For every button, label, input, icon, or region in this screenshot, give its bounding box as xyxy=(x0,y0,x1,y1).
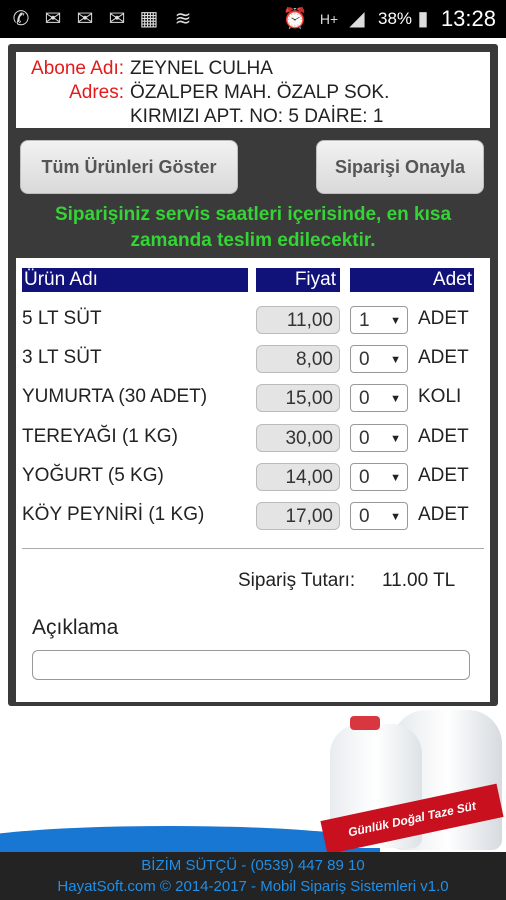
hplus-icon: H+ xyxy=(319,11,339,27)
messages-icon: ✉ xyxy=(76,8,94,30)
quantity-select[interactable]: 0 ▼ xyxy=(350,345,408,373)
unit-label: ADET xyxy=(418,308,469,329)
price-field: 11,00 xyxy=(256,306,340,334)
note-input[interactable] xyxy=(32,650,470,680)
product-name: YUMURTA (30 ADET) xyxy=(22,386,208,407)
address-line1: ÖZALPER MAH. ÖZALP SOK. xyxy=(130,82,390,103)
footer-contact: BİZİM SÜTÇÜ - (0539) 447 89 10 xyxy=(141,857,365,874)
footer: BİZİM SÜTÇÜ - (0539) 447 89 10 HayatSoft… xyxy=(0,852,506,900)
confirm-order-button[interactable]: Siparişi Onayla xyxy=(316,140,484,194)
alarm-icon: ⏰ xyxy=(282,8,308,30)
dropdown-arrow-icon: ▼ xyxy=(390,354,401,366)
divider xyxy=(22,548,484,549)
dropdown-arrow-icon: ▼ xyxy=(390,511,401,523)
quantity-select[interactable]: 0 ▼ xyxy=(350,424,408,452)
unit-label: KOLI xyxy=(418,386,462,407)
address-line2: KIRMIZI APT. NO: 5 DAİRE: 1 xyxy=(130,106,384,127)
subscriber-name-label: Abone Adı: xyxy=(31,58,124,79)
order-total-label: Sipariş Tutarı: xyxy=(238,570,356,591)
wifi-calling-icon: ≋ xyxy=(174,8,192,30)
header-price: Fiyat xyxy=(256,268,340,292)
header-product: Ürün Adı xyxy=(22,268,248,292)
product-name: KÖY PEYNİRİ (1 KG) xyxy=(22,504,205,525)
quantity-value: 0 xyxy=(359,428,370,449)
order-total-value: 11.00 TL xyxy=(382,570,456,591)
dropdown-arrow-icon: ▼ xyxy=(390,393,401,405)
battery-percent: 38% xyxy=(378,9,413,28)
dropdown-arrow-icon: ▼ xyxy=(390,315,401,327)
messages-icon: ✉ xyxy=(44,8,62,30)
unit-label: ADET xyxy=(418,465,469,486)
quantity-select[interactable]: 0 ▼ xyxy=(350,384,408,412)
address-label: Adres: xyxy=(69,82,124,103)
product-name: YOĞURT (5 KG) xyxy=(22,465,164,486)
unit-label: ADET xyxy=(418,504,469,525)
quantity-value: 0 xyxy=(359,506,370,527)
quantity-value: 0 xyxy=(359,388,370,409)
notice-line2: zamanda teslim edilecektir. xyxy=(130,230,376,251)
messages-icon: ✉ xyxy=(108,8,126,30)
quantity-select[interactable]: 0 ▼ xyxy=(350,463,408,491)
whatsapp-icon: ✆ xyxy=(12,8,30,30)
table-row: KÖY PEYNİRİ (1 KG) 17,00 0 ▼ ADET xyxy=(16,498,490,534)
table-row: YOĞURT (5 KG) 14,00 0 ▼ ADET xyxy=(16,459,490,495)
quantity-select[interactable]: 0 ▼ xyxy=(350,502,408,530)
show-all-products-button[interactable]: Tüm Ürünleri Göster xyxy=(20,140,238,194)
table-row: 3 LT SÜT 8,00 0 ▼ ADET xyxy=(16,341,490,377)
unit-label: ADET xyxy=(418,347,469,368)
customer-info: Abone Adı: ZEYNEL CULHA Adres: ÖZALPER M… xyxy=(16,52,490,128)
price-field: 14,00 xyxy=(256,463,340,491)
product-table: Ürün Adı Fiyat Adet 5 LT SÜT 11,00 1 ▼ AD… xyxy=(16,258,490,702)
note-label: Açıklama xyxy=(32,616,119,639)
product-name: 5 LT SÜT xyxy=(22,308,102,329)
table-row: TEREYAĞI (1 KG) 30,00 0 ▼ ADET xyxy=(16,420,490,456)
unit-label: ADET xyxy=(418,426,469,447)
price-field: 17,00 xyxy=(256,502,340,530)
dropdown-arrow-icon: ▼ xyxy=(390,472,401,484)
table-row: 5 LT SÜT 11,00 1 ▼ ADET xyxy=(16,302,490,338)
jug-cap xyxy=(350,716,380,730)
subscriber-name: ZEYNEL CULHA xyxy=(130,58,273,79)
dropdown-arrow-icon: ▼ xyxy=(390,433,401,445)
status-bar: ✆ ✉ ✉ ✉ ▦ ≋ ⏰ H+ ◢ 38% ▮ 13:28 xyxy=(0,0,506,38)
clock: 13:28 xyxy=(440,6,496,31)
promo-banner: Günlük Doğal Taze Süt xyxy=(0,706,506,852)
price-field: 15,00 xyxy=(256,384,340,412)
header-qty: Adet xyxy=(350,268,474,292)
quantity-select[interactable]: 1 ▼ xyxy=(350,306,408,334)
price-field: 8,00 xyxy=(256,345,340,373)
notice-line1: Siparişiniz servis saatleri içerisinde, … xyxy=(54,204,452,225)
delivery-notice: Siparişiniz servis saatleri içerisinde, … xyxy=(8,202,498,254)
product-name: 3 LT SÜT xyxy=(22,347,102,368)
quantity-value: 1 xyxy=(359,310,370,331)
battery-icon: ▮ xyxy=(417,8,429,30)
price-field: 30,00 xyxy=(256,424,340,452)
image-icon: ▦ xyxy=(139,8,159,30)
quantity-value: 0 xyxy=(359,467,370,488)
signal-icon: ◢ xyxy=(349,8,365,30)
footer-copyright[interactable]: HayatSoft.com © 2014-2017 - Mobil Sipari… xyxy=(0,878,506,895)
quantity-value: 0 xyxy=(359,349,370,370)
order-panel: Abone Adı: ZEYNEL CULHA Adres: ÖZALPER M… xyxy=(8,44,498,706)
product-name: TEREYAĞI (1 KG) xyxy=(22,426,178,447)
table-row: YUMURTA (30 ADET) 15,00 0 ▼ KOLI xyxy=(16,380,490,416)
